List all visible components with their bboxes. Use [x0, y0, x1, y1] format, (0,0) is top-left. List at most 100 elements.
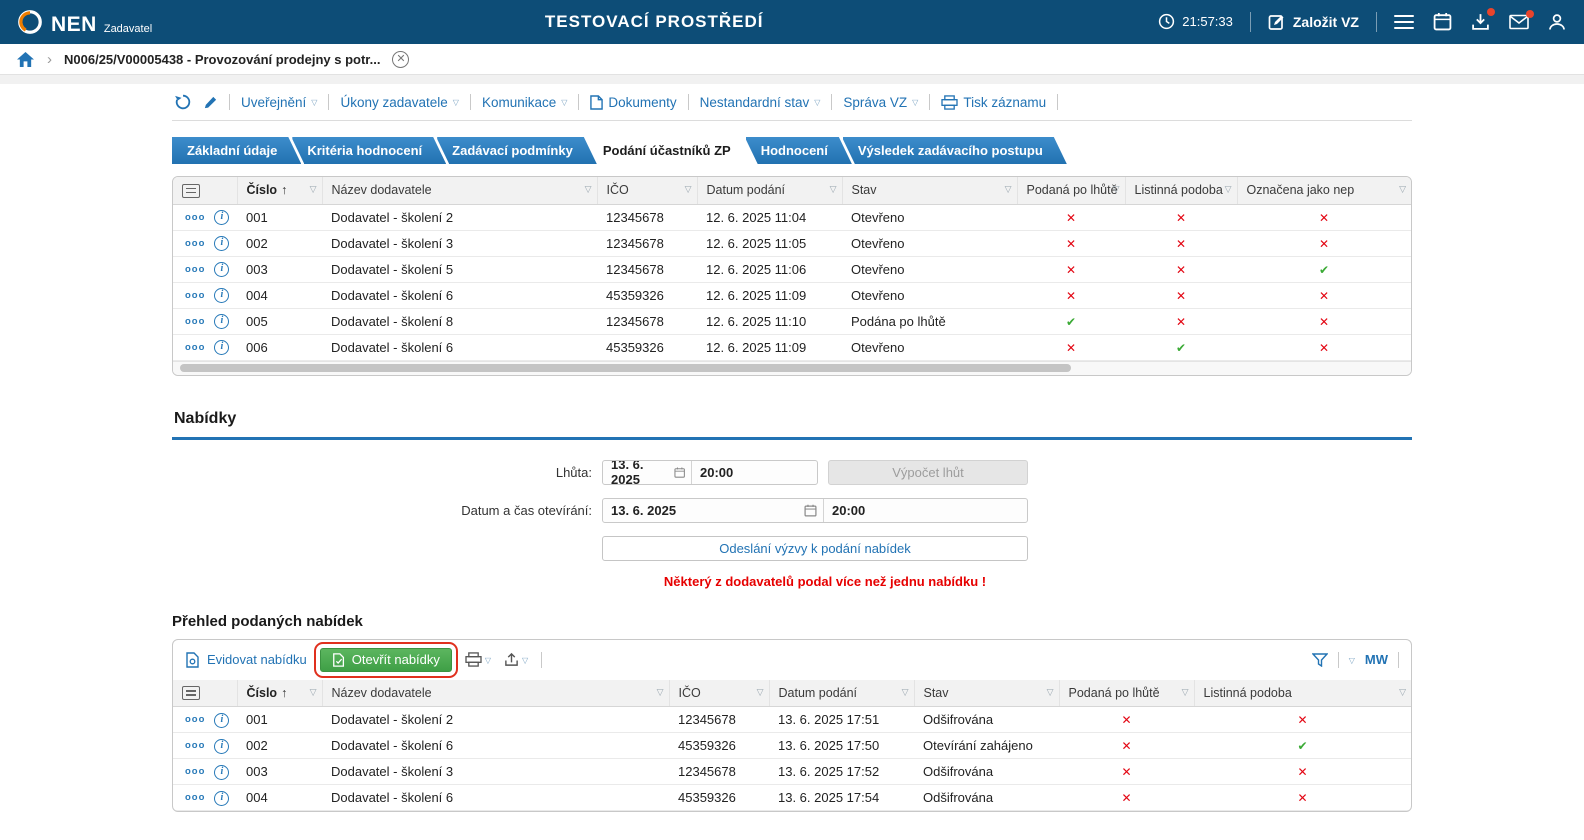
row-menu-icon[interactable]: ooo	[185, 212, 205, 223]
scrollbar-thumb[interactable]	[180, 364, 1072, 372]
chevron-down-icon[interactable]: ▽	[1349, 656, 1355, 665]
tab-vysledek-zadavaciho-postupu[interactable]: Výsledek zadávacího postupu	[843, 137, 1067, 164]
history-button[interactable]	[174, 93, 192, 111]
table-row[interactable]: ooo i 006 Dodavatel - školení 6 45359326 12. …	[173, 334, 1411, 361]
table-row[interactable]: ooo i 005 Dodavatel - školení 8 12345678 12. …	[173, 308, 1411, 335]
opening-time-value[interactable]: 20:00	[823, 498, 1027, 522]
close-record-button[interactable]: ✕	[392, 50, 410, 68]
edit-record-button[interactable]	[203, 95, 218, 110]
row-menu-icon[interactable]: ooo	[185, 741, 205, 752]
info-icon[interactable]: i	[214, 210, 230, 226]
info-icon[interactable]: i	[214, 314, 230, 330]
print-button[interactable]: ▽	[465, 652, 491, 667]
column-header[interactable]: Název dodavatele ▽	[321, 177, 597, 205]
opening-field[interactable]: 13. 6. 2025 20:00	[602, 497, 1028, 523]
column-header[interactable]: Datum podání ▽	[768, 679, 914, 707]
row-menu-icon[interactable]: ooo	[185, 238, 205, 249]
menu-sprava-vz[interactable]: Správa VZ ▽	[843, 95, 918, 110]
filter-icon[interactable]: ▽	[310, 687, 317, 698]
info-icon[interactable]: i	[214, 712, 230, 728]
column-header[interactable]: Datum podání ▽	[696, 177, 842, 205]
deadline-time-value[interactable]: 20:00	[691, 460, 817, 484]
filter-icon[interactable]: ▽	[1399, 687, 1406, 698]
info-icon[interactable]: i	[214, 764, 230, 780]
table-row[interactable]: ooo i 004 Dodavatel - školení 6 45359326 12. …	[173, 282, 1411, 309]
create-vz-button[interactable]: Založit VZ	[1266, 11, 1361, 33]
tab-zadavaci-podminky[interactable]: Zadávací podmínky	[437, 137, 597, 164]
filter-icon[interactable]: ▽	[830, 184, 837, 195]
menu-komunikace[interactable]: Komunikace ▽	[482, 95, 567, 110]
row-menu-icon[interactable]: ooo	[185, 264, 205, 275]
row-menu-icon[interactable]: ooo	[185, 767, 205, 778]
tab-zakladni-udaje[interactable]: Základní údaje	[172, 137, 301, 164]
send-invite-button[interactable]: Odeslání výzvy k podání nabídek	[602, 535, 1028, 561]
column-header[interactable]: Číslo ↑ ▽	[236, 177, 322, 205]
column-header[interactable]: Podaná po lhůtě ▽	[1016, 177, 1125, 205]
info-icon[interactable]: i	[214, 236, 230, 252]
menu-uverejneni[interactable]: Uveřejnění ▽	[241, 95, 317, 110]
table-row[interactable]: ooo i 002 Dodavatel - školení 3 12345678 12. …	[173, 230, 1411, 257]
app-logo[interactable]: NEN Zadavatel	[16, 8, 152, 36]
column-settings-icon[interactable]	[182, 686, 200, 701]
tab-podani-ucastniku-zp[interactable]: Podání účastníků ZP	[588, 137, 755, 164]
menu-tisk-zaznamu[interactable]: Tisk záznamu	[941, 95, 1046, 110]
info-icon[interactable]: i	[214, 262, 230, 278]
row-menu-icon[interactable]: ooo	[185, 793, 205, 804]
filter-icon[interactable]: ▽	[657, 687, 664, 698]
calendar-button[interactable]	[1431, 10, 1454, 33]
filter-icon[interactable]: ▽	[1047, 687, 1054, 698]
filter-icon[interactable]: ▽	[902, 687, 909, 698]
opening-date-value[interactable]: 13. 6. 2025	[611, 503, 676, 518]
menu-nestandardni-stav[interactable]: Nestandardní stav ▽	[700, 95, 821, 110]
menu-ukony-zadavatele[interactable]: Úkony zadavatele ▽	[340, 95, 458, 110]
info-icon[interactable]: i	[214, 288, 230, 304]
filter-icon[interactable]: ▽	[685, 184, 692, 195]
column-header[interactable]: Stav ▽	[913, 679, 1059, 707]
table-row[interactable]: ooo i 001 Dodavatel - školení 2 12345678 12. …	[173, 204, 1411, 231]
calc-deadlines-button[interactable]: Výpočet lhůt	[828, 459, 1028, 485]
deadline-field[interactable]: 13. 6. 2025 20:00	[602, 459, 818, 485]
open-offers-button[interactable]: Otevřít nabídky	[313, 641, 458, 678]
row-menu-icon[interactable]: ooo	[185, 316, 205, 327]
horizontal-scrollbar[interactable]	[173, 360, 1411, 375]
calendar-picker-icon[interactable]	[804, 504, 817, 517]
column-header[interactable]: Číslo ↑ ▽	[236, 679, 322, 707]
filter-icon[interactable]: ▽	[1182, 687, 1189, 698]
register-offer-button[interactable]: Evidovat nabídku	[185, 651, 307, 668]
user-initials[interactable]: MW	[1365, 652, 1388, 667]
downloads-button[interactable]	[1469, 8, 1495, 33]
filter-button[interactable]	[1311, 652, 1328, 667]
tab-kriteria-hodnoceni[interactable]: Kritéria hodnocení	[292, 137, 446, 164]
filter-icon[interactable]: ▽	[1113, 184, 1120, 195]
table-row[interactable]: ooo i 002 Dodavatel - školení 6 45359326 13. …	[173, 732, 1411, 759]
column-header[interactable]: IČO ▽	[596, 177, 697, 205]
filter-icon[interactable]: ▽	[757, 687, 764, 698]
row-menu-icon[interactable]: ooo	[185, 715, 205, 726]
info-icon[interactable]: i	[214, 340, 230, 356]
breadcrumb-item[interactable]: N006/25/V00005438 - Provozování prodejny…	[64, 52, 380, 67]
main-menu-button[interactable]	[1392, 10, 1416, 35]
table-row[interactable]: ooo i 004 Dodavatel - školení 6 45359326 13. …	[173, 784, 1411, 811]
column-header[interactable]: Listinná podoba ▽	[1124, 177, 1237, 205]
filter-icon[interactable]: ▽	[1399, 184, 1406, 195]
column-header[interactable]: Označena jako nep ▽	[1236, 177, 1411, 205]
filter-icon[interactable]: ▽	[585, 184, 592, 195]
column-header[interactable]: Podaná po lhůtě ▽	[1058, 679, 1194, 707]
home-button[interactable]	[16, 51, 35, 68]
column-header[interactable]: IČO ▽	[668, 679, 769, 707]
info-icon[interactable]: i	[214, 738, 230, 754]
filter-icon[interactable]: ▽	[310, 184, 317, 195]
deadline-date-value[interactable]: 13. 6. 2025	[611, 461, 668, 484]
table-row[interactable]: ooo i 003 Dodavatel - školení 5 12345678 12. …	[173, 256, 1411, 283]
column-header[interactable]: Stav ▽	[841, 177, 1017, 205]
column-header[interactable]: Listinná podoba ▽	[1193, 679, 1411, 707]
tab-hodnoceni[interactable]: Hodnocení	[746, 137, 852, 164]
row-menu-icon[interactable]: ooo	[185, 342, 205, 353]
messages-button[interactable]	[1507, 9, 1534, 32]
row-menu-icon[interactable]: ooo	[185, 290, 205, 301]
table-row[interactable]: ooo i 001 Dodavatel - školení 2 12345678 13. …	[173, 706, 1411, 733]
filter-icon[interactable]: ▽	[1005, 184, 1012, 195]
export-button[interactable]: ▽	[504, 652, 528, 667]
info-icon[interactable]: i	[214, 790, 230, 806]
table-row[interactable]: ooo i 003 Dodavatel - školení 3 12345678 13. …	[173, 758, 1411, 785]
